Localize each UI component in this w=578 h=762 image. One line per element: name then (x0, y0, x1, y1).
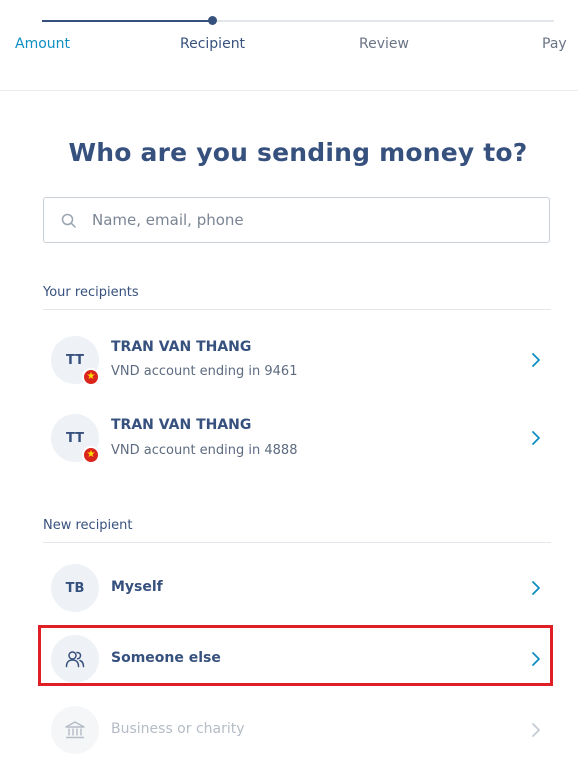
stepper-progress-fill (42, 20, 212, 22)
recipient-account-detail: VND account ending in 9461 (111, 364, 298, 379)
search-input[interactable] (92, 198, 532, 242)
vietnam-flag-icon: ★ (82, 368, 100, 386)
avatar (51, 706, 99, 754)
your-recipients-header: Your recipients (43, 285, 551, 310)
people-icon (65, 651, 85, 668)
recipient-account-detail: VND account ending in 4888 (111, 443, 298, 458)
avatar: TT ★ (51, 336, 100, 386)
chevron-right-icon (532, 353, 540, 367)
new-recipient-myself[interactable]: TB Myself (43, 556, 551, 620)
step-recipient: Recipient (180, 36, 246, 52)
page-title: Who are you sending money to? (68, 138, 528, 167)
avatar: TT ★ (51, 414, 100, 464)
avatar-initials: TB (65, 580, 85, 596)
chevron-right-icon (532, 652, 540, 666)
step-pay: Pay (542, 36, 567, 52)
progress-stepper: Amount Recipient Review Pay (0, 0, 578, 91)
search-box[interactable] (43, 197, 550, 243)
recipient-row-2[interactable]: TT ★ TRAN VAN THANG VND account ending i… (43, 406, 551, 470)
recipient-row-1[interactable]: TT ★ TRAN VAN THANG VND account ending i… (43, 328, 551, 392)
avatar (51, 635, 99, 683)
avatar: TB (51, 564, 99, 612)
option-label: Myself (111, 579, 163, 595)
chevron-right-icon (532, 723, 540, 737)
stepper-current-dot (208, 16, 217, 25)
chevron-right-icon (532, 581, 540, 595)
option-label: Someone else (111, 650, 221, 666)
option-label: Business or charity (111, 721, 245, 737)
new-recipient-someone-else[interactable]: Someone else (43, 627, 551, 691)
new-recipient-header: New recipient (43, 518, 551, 543)
bank-icon (65, 721, 85, 739)
step-amount[interactable]: Amount (15, 35, 70, 53)
search-icon (61, 213, 76, 228)
avatar-initials: TT (65, 352, 85, 368)
recipient-name: TRAN VAN THANG (111, 339, 252, 355)
new-recipient-business-or-charity: Business or charity (43, 698, 551, 762)
avatar-initials: TT (65, 430, 85, 446)
vietnam-flag-icon: ★ (82, 446, 100, 464)
chevron-right-icon (532, 431, 540, 445)
recipient-name: TRAN VAN THANG (111, 417, 252, 433)
step-review: Review (359, 36, 409, 52)
